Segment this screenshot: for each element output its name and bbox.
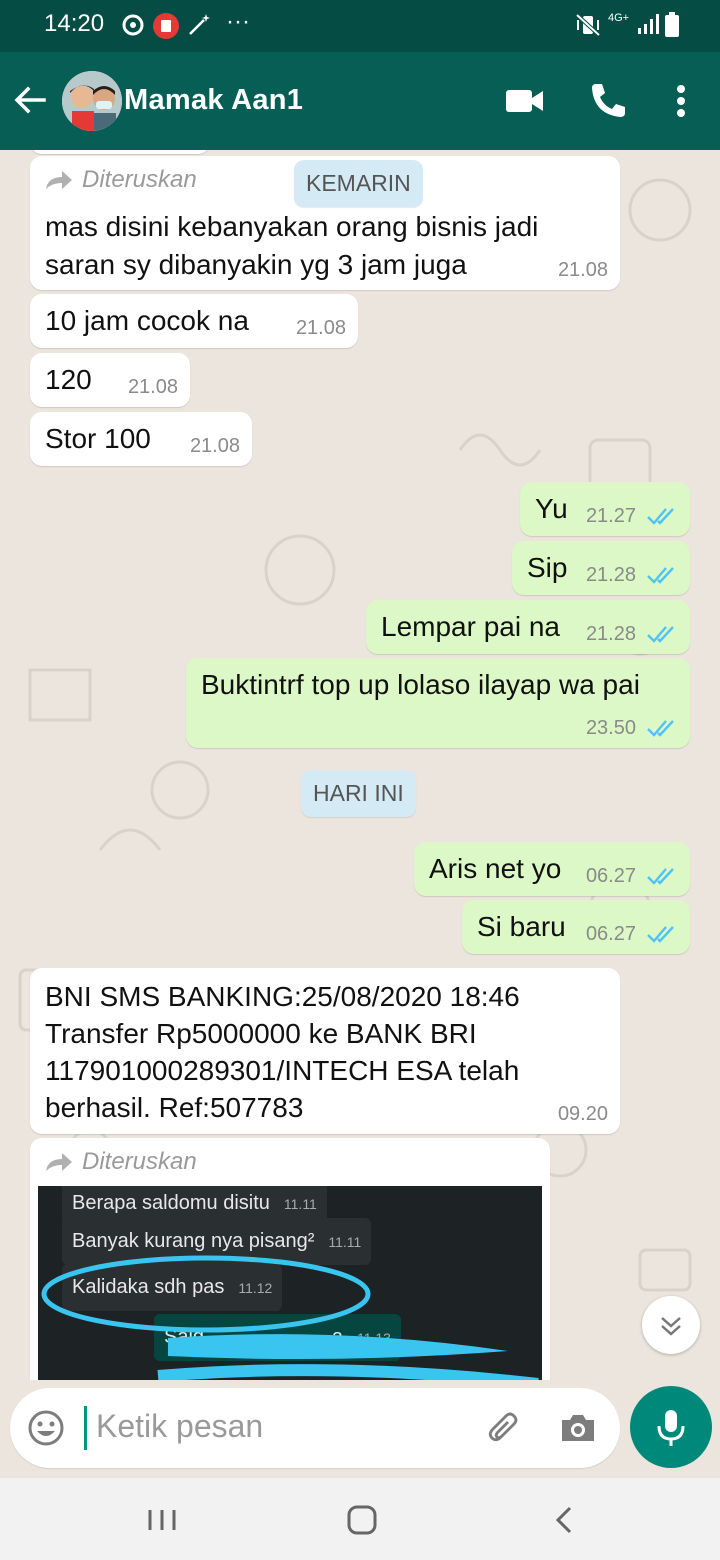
- message-bubble-outgoing[interactable]: Buktintrf top up lolaso ilayap wa pai 23…: [186, 658, 690, 748]
- camera-icon[interactable]: [558, 1408, 598, 1448]
- message-time: 21.08: [295, 317, 346, 339]
- message-composer: Ketik pesan: [10, 1388, 620, 1468]
- message-bubble-outgoing[interactable]: Lempar pai na 21.28: [366, 600, 690, 654]
- message-time: 21.08: [189, 435, 240, 457]
- recorder-icon: [153, 13, 179, 39]
- forwarded-label: Diteruskan: [44, 166, 197, 194]
- contact-name[interactable]: Mamak Aan1: [124, 84, 303, 117]
- scroll-to-bottom-button[interactable]: [642, 1296, 700, 1354]
- network-type: 4G+: [608, 12, 630, 24]
- message-input[interactable]: Ketik pesan: [96, 1408, 263, 1445]
- forward-arrow-icon: [46, 1153, 72, 1171]
- message-text: Buktintrf top up lolaso ilayap wa pai: [201, 669, 640, 700]
- message-text: 120: [45, 364, 92, 395]
- read-receipt-icon: [647, 508, 674, 525]
- message-bubble-image[interactable]: Diteruskan Berapa saldomu disitu 11.11 Ba…: [30, 1138, 550, 1380]
- message-text: Sip: [527, 552, 568, 583]
- read-receipt-icon: [647, 868, 674, 885]
- recent-apps-icon[interactable]: [142, 1500, 182, 1540]
- message-bubble-outgoing[interactable]: Aris net yo 06.27: [414, 842, 690, 896]
- message-text: 10 jam cocok na: [45, 305, 249, 336]
- message-time: 09.20: [557, 1103, 608, 1125]
- message-time: 21.08: [127, 376, 178, 398]
- message-time: 23.50: [585, 717, 636, 739]
- forwarded-label: Diteruskan: [44, 1148, 197, 1176]
- scribble-annotation: [41, 1255, 539, 1380]
- read-receipt-icon: [647, 926, 674, 943]
- chat-header: Mamak Aan1: [0, 52, 720, 150]
- message-bubble-incoming[interactable]: Stor 100 21.08: [30, 412, 252, 466]
- message-bubble-partial[interactable]: [30, 150, 210, 154]
- message-text: Aris net yo: [429, 853, 562, 884]
- message-text: Si baru: [477, 911, 566, 942]
- message-text: BNI SMS BANKING:25/08/2020 18:46 Transfe…: [45, 981, 520, 1123]
- double-chevron-down-icon: [661, 1317, 681, 1336]
- message-time: 06.27: [585, 923, 636, 945]
- location-icon: [122, 14, 144, 36]
- system-navigation-bar: [0, 1478, 720, 1560]
- text-cursor: [84, 1406, 87, 1450]
- message-time: 21.08: [557, 259, 608, 281]
- read-receipt-icon: [647, 626, 674, 643]
- forward-arrow-icon: [46, 171, 72, 189]
- date-chip-today: HARI INI: [301, 770, 416, 817]
- attach-icon[interactable]: [484, 1408, 524, 1448]
- message-text: Yu: [535, 493, 568, 524]
- more-options-icon[interactable]: [656, 76, 706, 126]
- battery-icon: [665, 12, 679, 37]
- message-bubble-outgoing[interactable]: Sip 21.28: [512, 541, 690, 595]
- microphone-icon: [657, 1410, 685, 1446]
- message-time: 06.27: [585, 865, 636, 887]
- voice-call-icon[interactable]: [582, 76, 632, 126]
- voice-message-button[interactable]: [630, 1386, 712, 1468]
- message-bubble-incoming[interactable]: 120 21.08: [30, 353, 190, 407]
- message-time: 21.28: [585, 564, 636, 586]
- more-notifications-icon: ···: [226, 8, 250, 35]
- message-time: 21.28: [585, 623, 636, 645]
- message-bubble-outgoing[interactable]: Si baru 06.27: [462, 900, 690, 954]
- message-bubble-incoming[interactable]: BNI SMS BANKING:25/08/2020 18:46 Transfe…: [30, 968, 620, 1134]
- message-bubble-incoming[interactable]: 10 jam cocok na 21.08: [30, 294, 358, 348]
- read-receipt-icon: [647, 720, 674, 737]
- read-receipt-icon: [647, 567, 674, 584]
- video-call-icon[interactable]: [500, 76, 550, 126]
- home-icon[interactable]: [342, 1500, 382, 1540]
- status-bar: 14:20 ··· 4G+: [0, 0, 720, 52]
- emoji-icon[interactable]: [26, 1408, 66, 1448]
- signal-icon: [638, 14, 659, 34]
- back-arrow-icon[interactable]: [10, 80, 50, 120]
- mute-vibrate-icon: [575, 13, 601, 37]
- forwarded-screenshot[interactable]: Berapa saldomu disitu 11.11 Banyak kurang…: [38, 1186, 542, 1380]
- message-time: 21.27: [585, 505, 636, 527]
- status-time: 14:20: [44, 10, 105, 37]
- date-chip-yesterday: KEMARIN: [294, 160, 423, 207]
- chat-area[interactable]: Diteruskan mas disini kebanyakan orang b…: [0, 150, 720, 1380]
- system-back-icon[interactable]: [544, 1500, 584, 1540]
- message-text: mas disini kebanyakan orang bisnis jadi …: [45, 211, 539, 280]
- message-text: Stor 100: [45, 423, 151, 454]
- message-bubble-outgoing[interactable]: Yu 21.27: [520, 482, 690, 536]
- contact-avatar[interactable]: [62, 71, 122, 131]
- message-text: Lempar pai na: [381, 611, 561, 642]
- magic-wand-icon: [189, 14, 210, 35]
